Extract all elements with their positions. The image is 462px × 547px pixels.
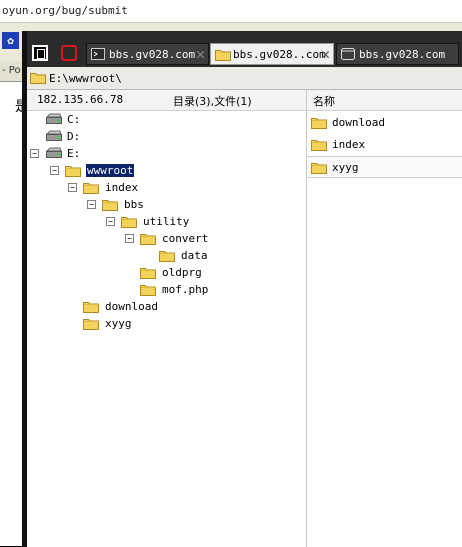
browser-tab-label: - Po [2,65,21,76]
tab-close-icon[interactable]: ✕ [196,45,205,63]
collapse-toggle-icon[interactable]: − [106,217,115,226]
tree-item[interactable]: − index [68,180,268,196]
tree-item-label: C: [67,113,81,126]
tree-item-label: convert [162,232,209,245]
file-list-item[interactable]: index [307,134,462,154]
folder-icon [140,282,156,299]
tree-item-label: mof.php [162,283,209,296]
name-column-header[interactable]: 名称 [313,93,335,109]
tab-window[interactable]: bbs.gv028.com [336,43,459,65]
folder-icon [102,197,118,214]
tree-item[interactable]: − wwwroot [50,163,250,179]
tree-item-label: E: [67,147,81,160]
drive-icon [45,112,63,129]
file-list: download index xyyg [307,112,462,547]
tree-item-label: index [105,181,139,194]
path-bar[interactable]: E:\wwwroot\ [27,67,462,90]
file-list-item[interactable]: xyyg [307,156,462,178]
folder-tree: C: D: − E: − wwwroot − index − bbs − utility − conver… [27,112,306,547]
tab-close-icon[interactable]: ✕ [321,45,330,63]
tree-item[interactable]: − bbs [87,197,287,213]
tree-item-label: xyyg [105,317,132,330]
tree-item-label: bbs [124,198,144,211]
folder-icon [83,316,99,333]
tree-item[interactable]: xyyg [68,316,268,332]
tree-item[interactable]: − convert [125,231,325,247]
tree-item-label: D: [67,130,81,143]
folder-icon [311,115,327,132]
tab-folder[interactable]: bbs.gv028..com ✕ [210,43,334,65]
item-count: 目录(3),文件(1) [173,95,252,108]
folder-icon [83,180,99,197]
file-list-label: index [332,138,366,151]
window-restore-icon[interactable] [32,45,48,61]
tree-item[interactable]: − E: [30,146,230,162]
current-path: E:\wwwroot\ [49,72,122,85]
tree-item[interactable]: D: [30,129,230,145]
file-list-label: download [332,116,385,129]
tree-item[interactable]: mof.php [125,282,325,298]
folder-icon [140,265,156,282]
window-close-icon[interactable] [61,45,77,61]
folder-icon [121,214,137,231]
folder-icon [311,160,327,177]
tree-item-label: data [181,249,208,262]
terminal-icon [91,48,105,63]
paw-icon[interactable]: ✿ [2,32,19,49]
folder-icon [215,48,231,64]
folder-icon [83,299,99,316]
collapse-toggle-icon[interactable]: − [50,166,59,175]
tree-item-label: wwwroot [86,164,135,177]
collapse-toggle-icon[interactable]: − [87,200,96,209]
window-icon [341,48,355,63]
tree-item-label: utility [143,215,190,228]
tree-item[interactable]: C: [30,112,230,128]
file-list-item[interactable]: download [307,112,462,132]
tab-strip: bbs.gv028.com ✕ bbs.gv028..com ✕ bbs.gv0… [27,31,462,67]
url-text: oyun.org/bug/submit [2,4,128,17]
url-bar[interactable]: oyun.org/bug/submit [0,0,462,23]
folder-icon [65,163,81,180]
tab-label: bbs.gv028.com [359,48,446,61]
folder-icon [30,71,46,87]
server-ip: 182.135.66.78 [37,93,124,106]
folder-icon [311,137,327,154]
tree-item[interactable]: download [68,299,268,315]
tab-label: bbs.gv028.com [109,48,196,61]
tab-label: bbs.gv028..com [233,48,326,61]
collapse-toggle-icon[interactable]: − [68,183,77,192]
panel-header: 182.135.66.78 目录(3),文件(1) 名称 [27,90,462,111]
collapse-toggle-icon[interactable]: − [30,149,39,158]
tree-item[interactable]: − utility [106,214,306,230]
file-manager-window: bbs.gv028.com ✕ bbs.gv028..com ✕ bbs.gv0… [22,31,462,547]
folder-icon [159,248,175,265]
tree-item[interactable]: oldprg [125,265,325,281]
tab-terminal[interactable]: bbs.gv028.com ✕ [86,43,209,65]
collapse-toggle-icon[interactable]: − [125,234,134,243]
drive-icon [45,129,63,146]
drive-icon [45,146,63,163]
folder-icon [140,231,156,248]
file-manager-content: E:\wwwroot\ 182.135.66.78 目录(3),文件(1) 名称… [27,67,462,547]
tree-item-label: oldprg [162,266,202,279]
file-list-label: xyyg [332,161,359,174]
tree-item-label: download [105,300,158,313]
